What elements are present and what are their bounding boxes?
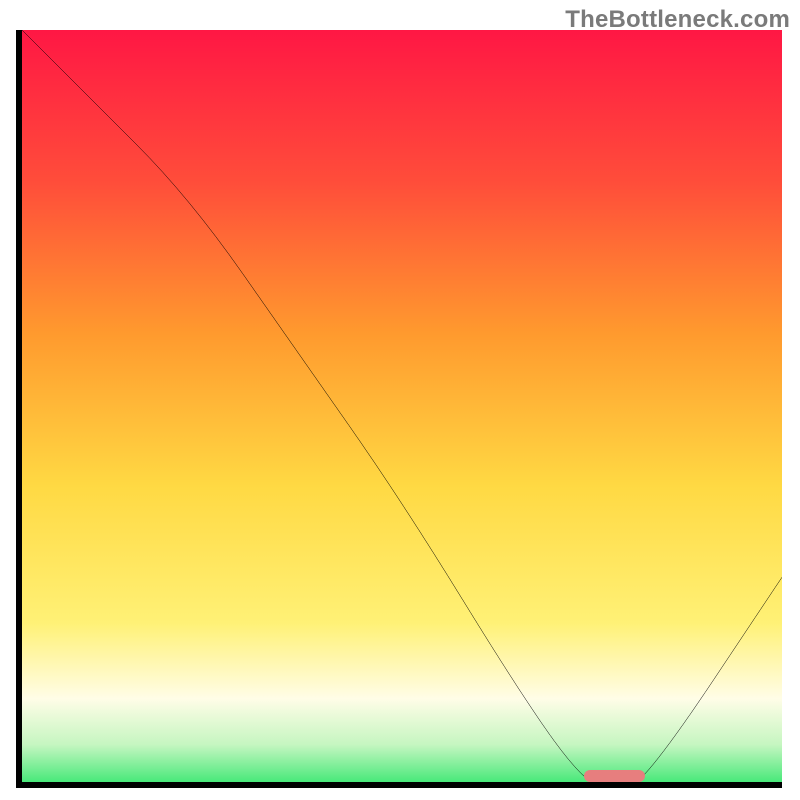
- watermark-text: TheBottleneck.com: [565, 6, 790, 34]
- plot-frame: [16, 30, 782, 788]
- optimal-range-marker: [584, 770, 645, 782]
- chart-stage: TheBottleneck.com: [0, 0, 800, 800]
- bottleneck-curve: [22, 30, 782, 788]
